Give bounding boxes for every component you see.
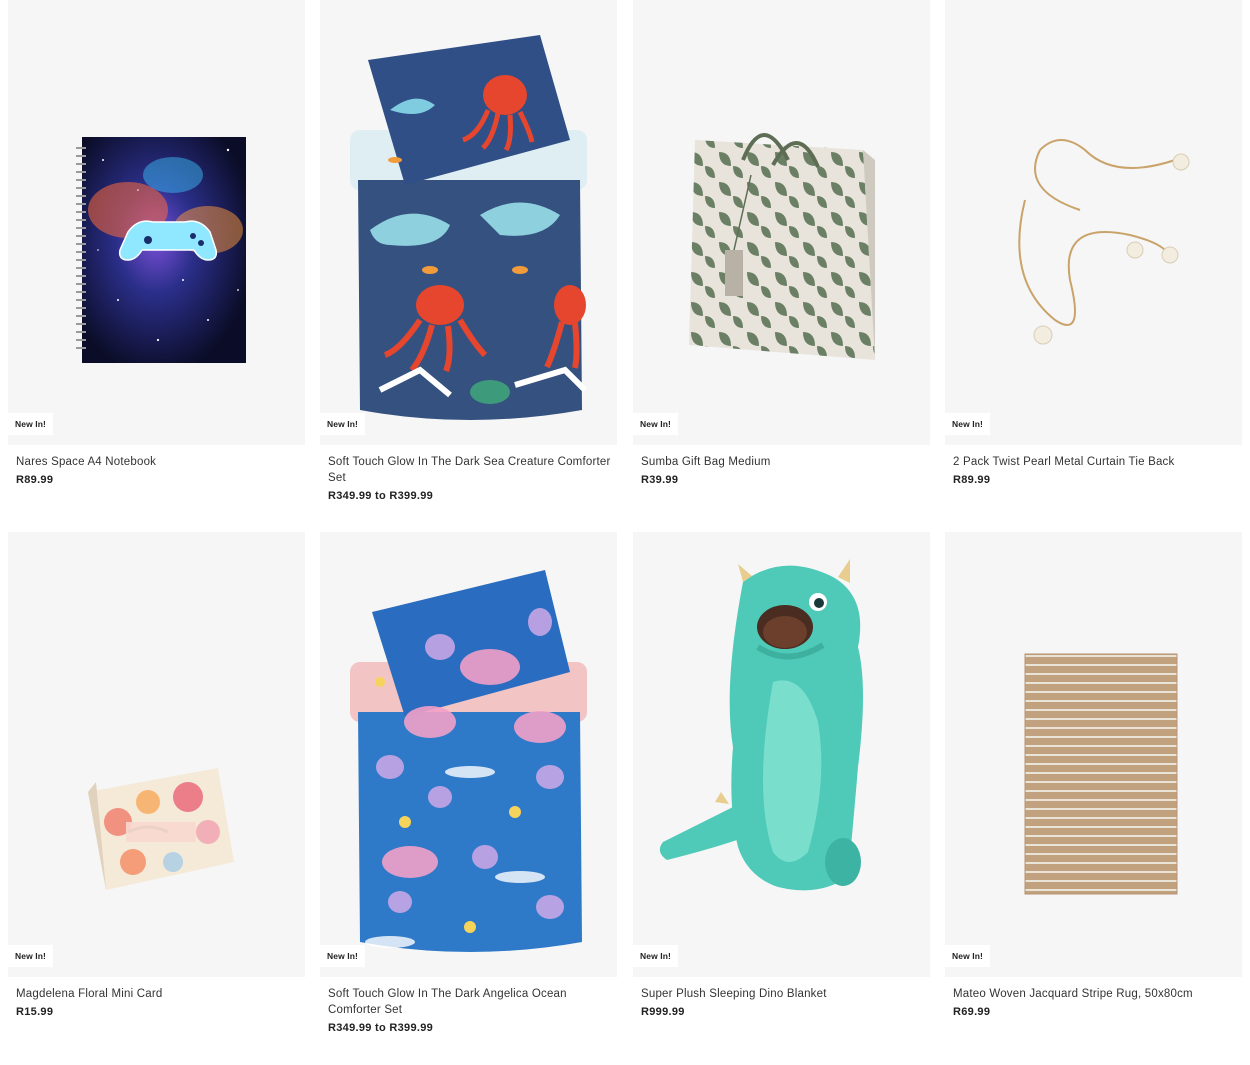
product-price: R39.99 [641, 474, 679, 486]
new-in-badge: New In! [8, 945, 53, 967]
dino-blanket-image[interactable]: New In! [633, 532, 930, 977]
space-notebook-image[interactable]: New In! [8, 0, 305, 445]
new-in-badge: New In! [633, 413, 678, 435]
product-name[interactable]: Nares Space A4 Notebook [16, 454, 301, 470]
ocean-comforter-image[interactable]: New In! [320, 532, 617, 977]
product-name[interactable]: Magdelena Floral Mini Card [16, 986, 301, 1002]
curtain-tie-back-image[interactable]: New In! [945, 0, 1242, 445]
new-in-badge: New In! [8, 413, 53, 435]
new-in-badge: New In! [633, 945, 678, 967]
new-in-badge: New In! [320, 945, 365, 967]
product-name[interactable]: Soft Touch Glow In The Dark Sea Creature… [328, 454, 613, 486]
new-in-badge: New In! [320, 413, 365, 435]
product-price: R15.99 [16, 1006, 54, 1018]
product-name[interactable]: Sumba Gift Bag Medium [641, 454, 926, 470]
product-name[interactable]: Soft Touch Glow In The Dark Angelica Oce… [328, 986, 613, 1018]
product-price: R349.99 to R399.99 [328, 1022, 434, 1034]
product-price: R89.99 [16, 474, 54, 486]
floral-card-image[interactable]: New In! [8, 532, 305, 977]
product-price: R999.99 [641, 1006, 685, 1018]
product-price: R349.99 to R399.99 [328, 490, 434, 502]
product-name[interactable]: Super Plush Sleeping Dino Blanket [641, 986, 926, 1002]
product-price: R69.99 [953, 1006, 991, 1018]
product-price: R89.99 [953, 474, 991, 486]
new-in-badge: New In! [945, 945, 990, 967]
gift-bag-image[interactable]: New In! [633, 0, 930, 445]
sea-creature-comforter-image[interactable]: New In! [320, 0, 617, 445]
stripe-rug-image[interactable]: New In! [945, 532, 1242, 977]
product-name[interactable]: Mateo Woven Jacquard Stripe Rug, 50x80cm [953, 986, 1238, 1002]
product-grid: New In! Nares Space A4 Notebook R89.99 N… [0, 0, 1250, 1065]
new-in-badge: New In! [945, 413, 990, 435]
product-name[interactable]: 2 Pack Twist Pearl Metal Curtain Tie Bac… [953, 454, 1238, 470]
